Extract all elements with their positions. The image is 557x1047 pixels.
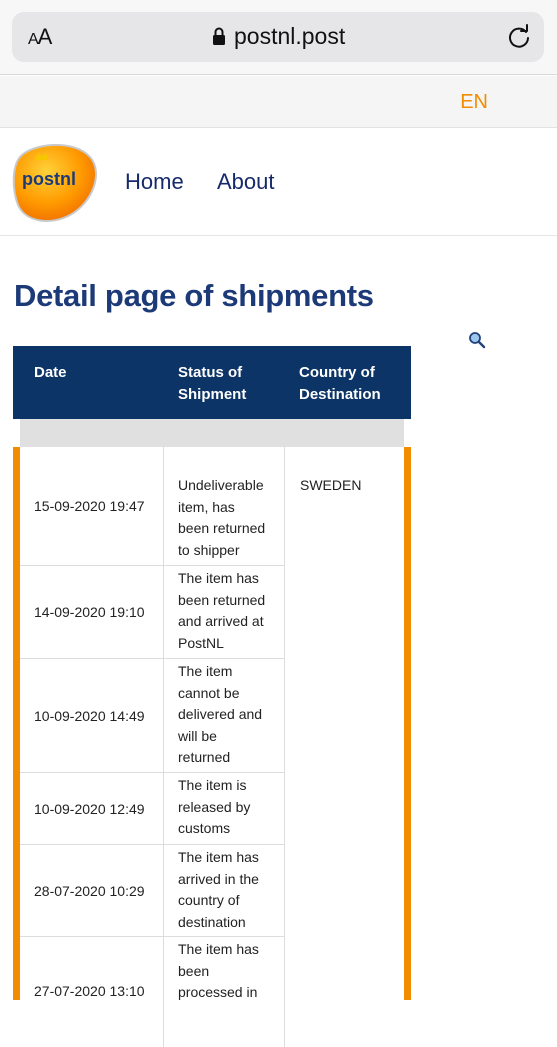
address-bar[interactable]: AA postnl.post [12, 12, 544, 62]
text-size-button[interactable]: AA [28, 24, 52, 50]
status-cell: The item has arrived in the country of d… [165, 845, 285, 936]
postnl-logo[interactable]: postnl [12, 139, 98, 223]
column-header-country: Country of Destination [299, 364, 381, 403]
svg-text:postnl: postnl [22, 169, 76, 189]
page-title: Detail page of shipments [14, 278, 374, 313]
table-row: 15-09-2020 19:47 Undeliverable item, has… [20, 447, 285, 566]
status-cell: The item has been processed in [165, 937, 285, 1047]
date-cell: 14-09-2020 19:10 [20, 566, 164, 658]
table-row: 14-09-2020 19:10 The item has been retur… [20, 566, 285, 659]
table-row: 27-07-2020 13:10 The item has been proce… [20, 937, 285, 1047]
date-cell: 10-09-2020 12:49 [20, 773, 164, 844]
lock-icon [213, 27, 225, 45]
zoom-icon[interactable] [468, 331, 486, 349]
table-row: 28-07-2020 10:29 The item has arrived in… [20, 845, 285, 937]
date-cell: 10-09-2020 14:49 [20, 659, 164, 772]
status-cell: The item is released by customs [165, 773, 285, 844]
date-cell: 28-07-2020 10:29 [20, 845, 164, 936]
status-cell: The item cannot be delivered and will be… [165, 659, 285, 772]
url-text: postnl.post [234, 23, 346, 49]
browser-toolbar: AA postnl.post [0, 0, 557, 75]
nav-about-link[interactable]: About [217, 169, 275, 195]
column-header-status: Status of Shipment [178, 364, 247, 403]
shipments-table-header: Date Status of Shipment Country of Desti… [13, 346, 411, 419]
reload-icon[interactable] [506, 24, 532, 50]
date-cell: 15-09-2020 19:47 [20, 447, 164, 565]
table-row: 10-09-2020 12:49 The item is released by… [20, 773, 285, 845]
status-cell: The item has been returned and arrived a… [165, 566, 285, 658]
site-header: postnl Home About [0, 129, 557, 236]
language-bar: EN [0, 76, 557, 128]
status-cell: Undeliverable item, has been returned to… [165, 447, 285, 565]
table-group-row [20, 419, 404, 447]
language-selector[interactable]: EN [460, 91, 488, 114]
table-row: 10-09-2020 14:49 The item cannot be deli… [20, 659, 285, 773]
column-header-date: Date [34, 364, 67, 381]
country-cell: SWEDEN [300, 477, 362, 493]
date-cell: 27-07-2020 13:10 [20, 937, 164, 1047]
shipments-table-body: 15-09-2020 19:47 Undeliverable item, has… [13, 447, 411, 1047]
nav-home-link[interactable]: Home [125, 169, 184, 195]
